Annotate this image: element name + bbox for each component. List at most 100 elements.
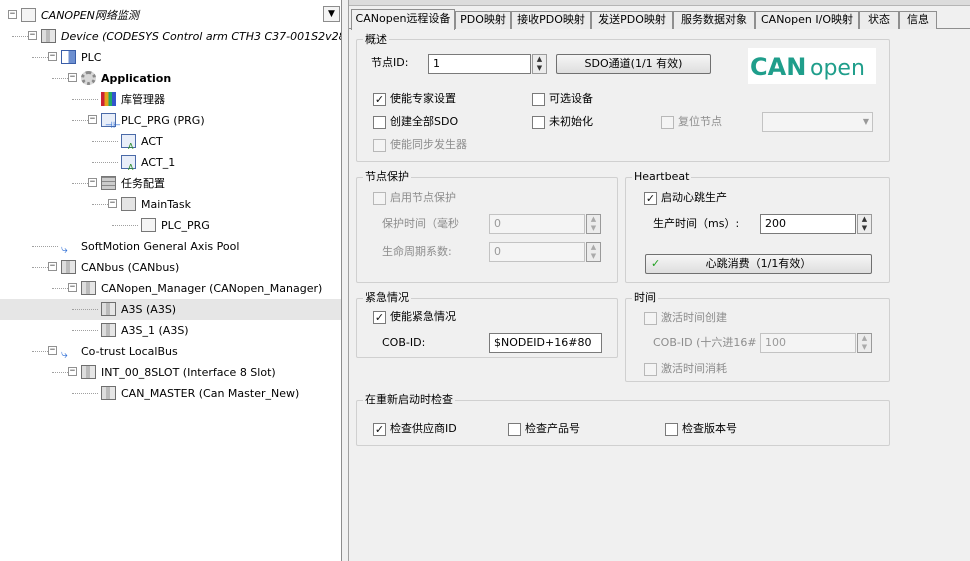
reset-node-label: 复位节点 [678,115,722,128]
tree-item[interactable]: − ⊣⊢ PLC_PRG (PRG) [0,110,341,131]
heartbeat-consumer-button[interactable]: ✓ 心跳消费（1/1有效） [645,254,872,274]
tab-canopen-io-mapping[interactable]: CANopen I/O映射 [755,11,859,29]
emergency-label: 使能紧急情况 [390,310,456,323]
tab-tx-pdo-mapping[interactable]: 发送PDO映射 [591,11,673,29]
tree-item[interactable]: − MainTask [0,194,341,215]
life-factor-input[interactable]: 0 [489,242,585,262]
enable-sync-checkbox[interactable] [373,139,386,152]
tree-item[interactable]: A ACT_1 [0,152,341,173]
tree-item-label: PLC [81,51,102,64]
device-icon [81,281,96,295]
tree-item[interactable]: − INT_00_8SLOT (Interface 8 Slot) [0,362,341,383]
tree-item[interactable]: − CANopen_Manager (CANopen_Manager) [0,278,341,299]
library-manager-icon [101,92,116,106]
node-id-spinner[interactable]: ▲ ▼ [532,54,547,74]
tab-pdo-mapping[interactable]: PDO映射 [455,11,511,29]
tab-sdo[interactable]: 服务数据对象 [673,11,755,29]
device-editor: CANopen远程设备 PDO映射 接收PDO映射 发送PDO映射 服务数据对象… [349,0,970,561]
expert-settings-checkbox[interactable]: ✓ [373,93,386,106]
emergency-checkbox[interactable]: ✓ [373,311,386,324]
tree-item[interactable]: A3S_1 (A3S) [0,320,341,341]
check-product-checkbox[interactable] [508,423,521,436]
producer-time-input[interactable]: 200 [760,214,856,234]
tree-item-label: Application [101,72,172,85]
splitter[interactable] [342,0,349,561]
collapse-toggle[interactable]: − [68,283,77,292]
guard-time-input[interactable]: 0 [489,214,585,234]
check-revision-checkbox[interactable] [665,423,678,436]
reset-node-checkbox[interactable] [661,116,674,129]
check-product-label: 检查产品号 [525,422,580,435]
project-icon [21,8,36,22]
time-cob-input[interactable]: 100 [760,333,856,353]
tree-connector [72,309,98,310]
tree-item[interactable]: − ⤷ Co-trust LocalBus [0,341,341,362]
action-icon: A [121,134,136,151]
emergency-cob-input[interactable]: $NODEID+16#80 [489,333,602,353]
program-icon: ⊣⊢ [101,113,121,131]
collapse-toggle[interactable]: − [28,31,37,40]
tree-connector [72,330,98,331]
tree-item[interactable]: PLC_PRG [0,215,341,236]
reset-node-select[interactable]: ▼ [762,112,873,132]
tree-item[interactable]: − Application [0,68,341,89]
tree-connector [92,162,118,163]
no-init-label: 未初始化 [549,115,593,128]
node-id-input[interactable]: 1 [428,54,531,74]
collapse-toggle[interactable]: − [88,115,97,124]
guard-time-label: 保护时间（毫秒 [382,217,459,230]
tree-item-label: PLC_PRG (PRG) [121,114,205,127]
tree-item[interactable]: A3S (A3S) [0,299,341,320]
collapse-toggle[interactable]: − [8,10,17,19]
time-consume-checkbox[interactable] [644,363,657,376]
tree-item[interactable]: − 任务配置 [0,173,341,194]
life-factor-spinner[interactable]: ▲ ▼ [586,242,601,262]
tree-item[interactable]: − Device (CODESYS Control arm CTH3 C37-00… [0,26,341,47]
create-all-sdo-checkbox[interactable] [373,116,386,129]
tree-item-label: Co-trust LocalBus [81,345,178,358]
tree-item[interactable]: CAN_MASTER (Can Master_New) [0,383,341,404]
guard-time-spinner[interactable]: ▲ ▼ [586,214,601,234]
time-create-checkbox[interactable] [644,312,657,325]
tab-info[interactable]: 信息 [899,11,937,29]
tree-item-label: MainTask [141,198,191,211]
collapse-toggle[interactable]: − [48,262,57,271]
tab-status[interactable]: 状态 [859,11,899,29]
optional-device-checkbox[interactable] [532,93,545,106]
tree-item[interactable]: − CANOPEN网络监测 [0,5,341,26]
tree-item-label: PLC_PRG [161,219,210,232]
heartbeat-consumer-label: 心跳消费（1/1有效） [705,257,812,270]
collapse-toggle[interactable]: − [48,346,57,355]
sdo-channel-button[interactable]: SDO通道(1/1 有效) [556,54,711,74]
heartbeat-producer-label: 启动心跳生产 [661,191,727,204]
tree-item[interactable]: − PLC [0,47,341,68]
tree-item[interactable]: 库管理器 [0,89,341,110]
heartbeat-producer-checkbox[interactable]: ✓ [644,192,657,205]
tree-item-label: ACT [141,135,163,148]
collapse-toggle[interactable]: − [108,199,117,208]
time-cob-spinner[interactable]: ▲ ▼ [857,333,872,353]
collapse-toggle[interactable]: − [68,73,77,82]
canopen-logo-text: CAN [750,53,806,81]
tree-item-label: CANbus (CANbus) [81,261,180,274]
tab-canopen-remote-device[interactable]: CANopen远程设备 [351,9,455,30]
collapse-toggle[interactable]: − [48,52,57,61]
tree-connector [52,78,68,79]
check-vendor-checkbox[interactable]: ✓ [373,423,386,436]
node-guard-title: 节点保护 [363,170,411,184]
collapse-toggle[interactable]: − [68,367,77,376]
tree-item[interactable]: A ACT [0,131,341,152]
collapse-toggle[interactable]: − [88,178,97,187]
tab-rx-pdo-mapping[interactable]: 接收PDO映射 [511,11,591,29]
tree-item-label: 库管理器 [121,93,165,106]
program-call-icon [141,218,156,232]
chevron-down-icon: ▼ [862,117,869,126]
tree-item[interactable]: ⤷ SoftMotion General Axis Pool [0,236,341,257]
no-init-checkbox[interactable] [532,116,545,129]
node-guard-checkbox[interactable] [373,192,386,205]
tree-item[interactable]: − CANbus (CANbus) [0,257,341,278]
editor-tab-strip [349,0,970,6]
tree-item-label: CANopen_Manager (CANopen_Manager) [101,282,323,295]
producer-time-spinner[interactable]: ▲ ▼ [857,214,872,234]
check-vendor-label: 检查供应商ID [390,422,457,435]
